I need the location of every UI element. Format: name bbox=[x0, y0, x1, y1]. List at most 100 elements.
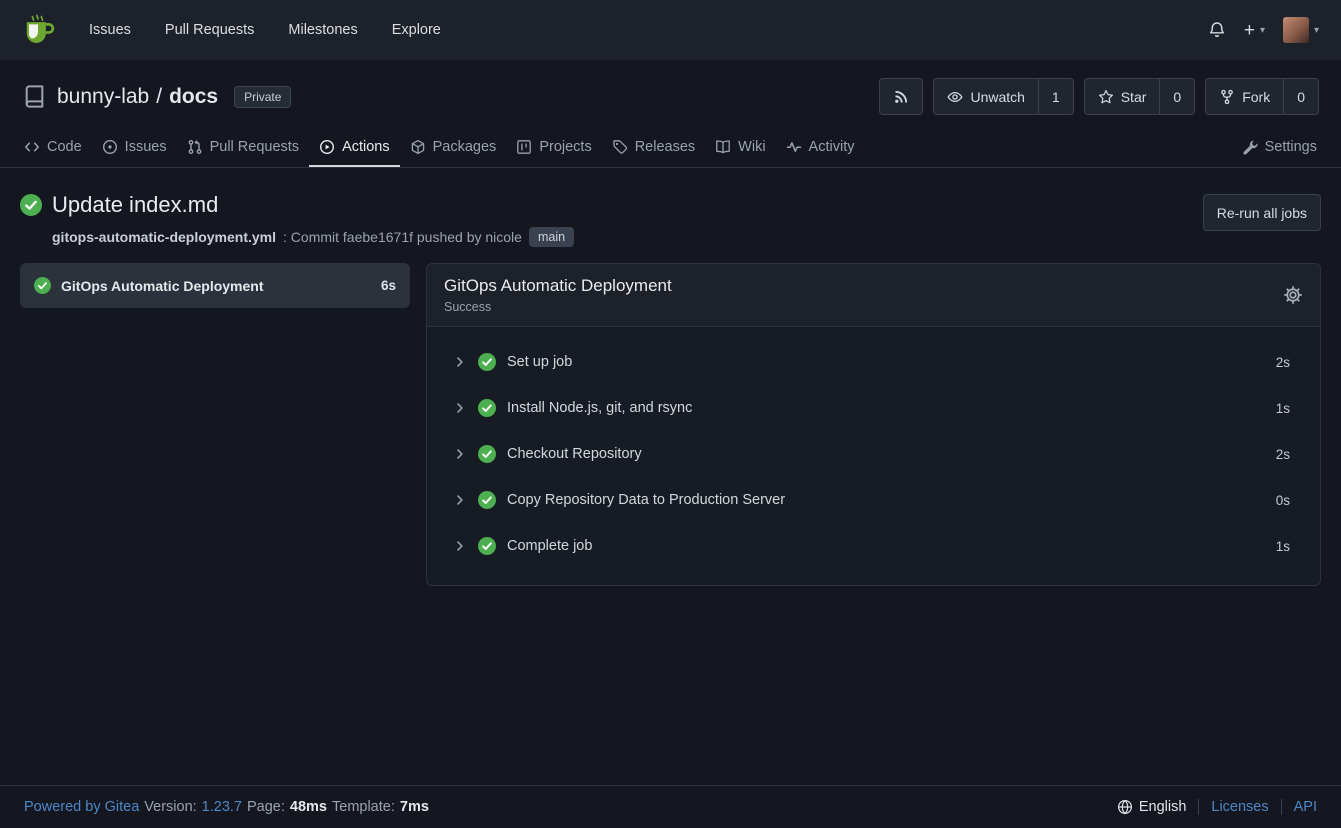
fork-button[interactable]: Fork bbox=[1205, 78, 1284, 115]
issue-icon bbox=[102, 139, 118, 155]
tab-code[interactable]: Code bbox=[14, 127, 92, 167]
chevron-right-icon bbox=[453, 447, 467, 461]
chevron-right-icon bbox=[453, 355, 467, 369]
top-navbar: Issues Pull Requests Milestones Explore … bbox=[0, 0, 1341, 60]
tab-packages[interactable]: Packages bbox=[400, 127, 507, 167]
tab-releases[interactable]: Releases bbox=[602, 127, 705, 167]
step-name: Complete job bbox=[507, 538, 592, 554]
step-name: Set up job bbox=[507, 354, 572, 370]
nav-item-milestones[interactable]: Milestones bbox=[271, 14, 374, 46]
run-header-left: Update index.md gitops-automatic-deploym… bbox=[20, 192, 574, 247]
package-icon bbox=[410, 139, 426, 155]
tab-issues[interactable]: Issues bbox=[92, 127, 177, 167]
tab-settings[interactable]: Settings bbox=[1232, 127, 1327, 167]
tab-label: Actions bbox=[342, 139, 390, 155]
api-link[interactable]: API bbox=[1294, 799, 1317, 815]
repo-owner-link[interactable]: bunny-lab bbox=[57, 85, 149, 109]
gitea-logo[interactable] bbox=[20, 12, 56, 48]
job-detail-panel: GitOps Automatic Deployment Success bbox=[426, 263, 1321, 586]
branch-badge[interactable]: main bbox=[529, 227, 574, 247]
repo-title-separator: / bbox=[156, 85, 162, 109]
job-detail-header: GitOps Automatic Deployment Success bbox=[427, 264, 1320, 327]
gear-icon bbox=[1283, 285, 1303, 305]
step-row[interactable]: Install Node.js, git, and rsync 1s bbox=[427, 385, 1320, 431]
template-time-value: 7ms bbox=[400, 799, 429, 815]
footer-divider bbox=[1281, 799, 1282, 815]
step-name: Checkout Repository bbox=[507, 446, 642, 462]
tab-label: Releases bbox=[635, 139, 695, 155]
tab-label: Projects bbox=[539, 139, 591, 155]
licenses-link[interactable]: Licenses bbox=[1211, 799, 1268, 815]
notifications-button[interactable] bbox=[1206, 17, 1228, 43]
step-name: Copy Repository Data to Production Serve… bbox=[507, 492, 785, 508]
wrench-icon bbox=[1242, 139, 1258, 155]
eye-icon bbox=[947, 89, 963, 105]
tab-projects[interactable]: Projects bbox=[506, 127, 601, 167]
step-row[interactable]: Set up job 2s bbox=[427, 339, 1320, 385]
workflow-file-link[interactable]: gitops-automatic-deployment.yml bbox=[52, 229, 276, 245]
language-selector[interactable]: English bbox=[1117, 799, 1187, 815]
repo-name-link[interactable]: docs bbox=[169, 85, 218, 109]
tab-activity[interactable]: Activity bbox=[776, 127, 865, 167]
step-duration: 1s bbox=[1276, 401, 1290, 416]
forks-count[interactable]: 0 bbox=[1284, 78, 1319, 115]
success-check-icon bbox=[20, 194, 42, 216]
create-new-button[interactable]: + ▾ bbox=[1242, 17, 1267, 44]
tag-icon bbox=[612, 139, 628, 155]
version-link[interactable]: 1.23.7 bbox=[202, 799, 242, 815]
stars-count[interactable]: 0 bbox=[1160, 78, 1195, 115]
git-fork-icon bbox=[1219, 89, 1235, 105]
tab-label: Settings bbox=[1265, 139, 1317, 155]
powered-by-gitea-link[interactable]: Powered by Gitea bbox=[24, 799, 139, 815]
nav-item-pull-requests[interactable]: Pull Requests bbox=[148, 14, 271, 46]
run-header: Update index.md gitops-automatic-deploym… bbox=[20, 192, 1321, 247]
page-time-value: 48ms bbox=[290, 799, 327, 815]
chevron-right-icon bbox=[453, 493, 467, 507]
star-icon bbox=[1098, 89, 1114, 105]
step-row[interactable]: Complete job 1s bbox=[427, 523, 1320, 569]
repo-icon bbox=[22, 84, 47, 109]
job-list-item[interactable]: GitOps Automatic Deployment 6s bbox=[20, 263, 410, 308]
private-badge: Private bbox=[234, 86, 291, 108]
language-label: English bbox=[1139, 799, 1187, 815]
job-options-button[interactable] bbox=[1283, 285, 1303, 305]
step-duration: 2s bbox=[1276, 447, 1290, 462]
bell-icon bbox=[1208, 21, 1226, 39]
step-row[interactable]: Copy Repository Data to Production Serve… bbox=[427, 477, 1320, 523]
rerun-all-jobs-button[interactable]: Re-run all jobs bbox=[1203, 194, 1321, 231]
user-menu[interactable]: ▾ bbox=[1281, 13, 1321, 47]
tab-label: Pull Requests bbox=[210, 139, 299, 155]
success-check-icon bbox=[478, 445, 496, 463]
tab-wiki[interactable]: Wiki bbox=[705, 127, 775, 167]
version-label: Version: bbox=[144, 799, 196, 815]
fork-group: Fork 0 bbox=[1205, 78, 1319, 115]
job-detail-title: GitOps Automatic Deployment bbox=[444, 276, 672, 296]
job-duration: 6s bbox=[381, 278, 396, 293]
plus-icon: + bbox=[1244, 21, 1255, 40]
step-row[interactable]: Checkout Repository 2s bbox=[427, 431, 1320, 477]
repo-title: bunny-lab / docs bbox=[57, 85, 218, 109]
rss-icon bbox=[893, 89, 909, 105]
nav-item-issues[interactable]: Issues bbox=[72, 14, 148, 46]
tab-pull-requests[interactable]: Pull Requests bbox=[177, 127, 309, 167]
play-circle-icon bbox=[319, 139, 335, 155]
template-time-label: Template: bbox=[332, 799, 395, 815]
footer-meta: Powered by Gitea Version: 1.23.7 Page: 4… bbox=[24, 799, 429, 815]
tab-label: Activity bbox=[809, 139, 855, 155]
footer-divider bbox=[1198, 799, 1199, 815]
code-icon bbox=[24, 139, 40, 155]
star-button[interactable]: Star bbox=[1084, 78, 1161, 115]
star-group: Star 0 bbox=[1084, 78, 1195, 115]
nav-right-cluster: + ▾ ▾ bbox=[1206, 13, 1321, 47]
rss-button[interactable] bbox=[879, 78, 923, 115]
star-label: Star bbox=[1121, 89, 1147, 105]
tab-actions[interactable]: Actions bbox=[309, 127, 400, 167]
nav-item-explore[interactable]: Explore bbox=[375, 14, 458, 46]
avatar bbox=[1283, 17, 1309, 43]
fork-label: Fork bbox=[1242, 89, 1270, 105]
unwatch-button[interactable]: Unwatch bbox=[933, 78, 1038, 115]
chevron-right-icon bbox=[453, 539, 467, 553]
success-check-icon bbox=[478, 399, 496, 417]
watchers-count[interactable]: 1 bbox=[1039, 78, 1074, 115]
tab-label: Wiki bbox=[738, 139, 765, 155]
